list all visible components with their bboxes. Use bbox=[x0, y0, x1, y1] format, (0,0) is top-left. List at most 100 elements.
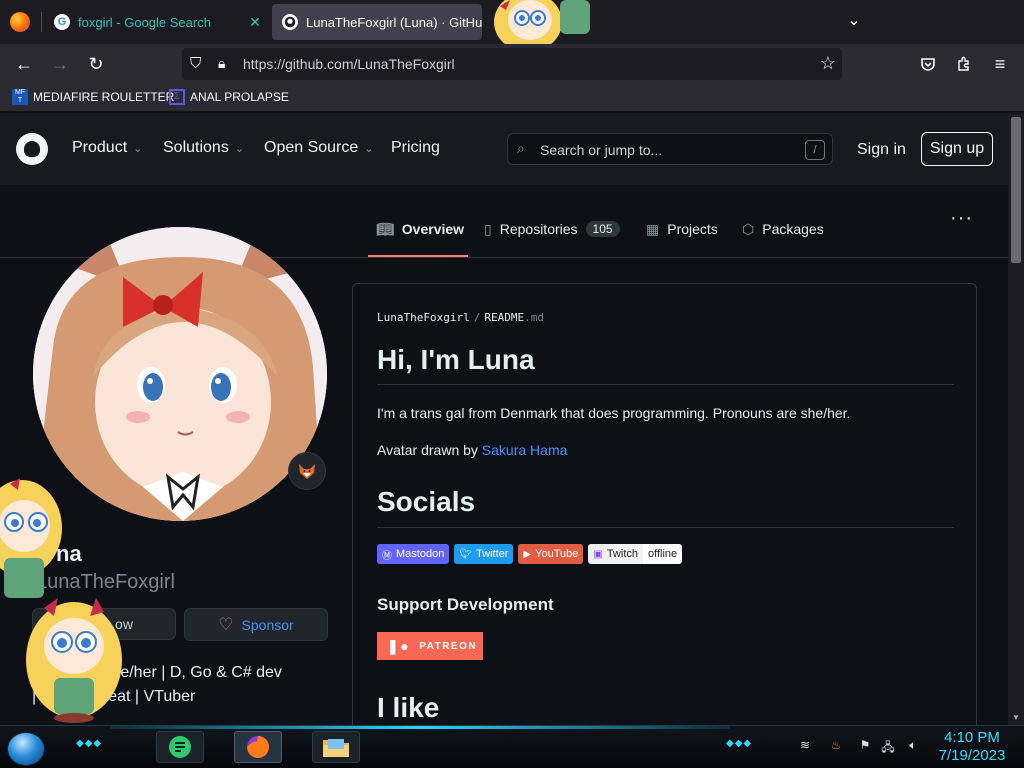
taskbar-deco-chevrons-icon: ◆◆◆ bbox=[76, 738, 103, 749]
firefox-logo-icon[interactable] bbox=[10, 12, 30, 32]
bookmark-label: ANAL PROLAPSE bbox=[190, 90, 289, 104]
tab-label: Repositories bbox=[499, 221, 578, 237]
youtube-badge[interactable]: ▶ YouTube bbox=[518, 544, 584, 564]
socials-heading: Socials bbox=[377, 486, 476, 517]
list-all-tabs-chevron-icon[interactable]: ⌄ bbox=[842, 10, 866, 34]
avatar-credit-prefix: Avatar drawn by bbox=[377, 442, 482, 458]
url-text[interactable]: https://github.com/LunaTheFoxgirl bbox=[243, 56, 455, 72]
network-icon[interactable]: 🖧︎ bbox=[880, 738, 896, 754]
tab-label: Overview bbox=[401, 221, 465, 237]
patreon-label: PATREON bbox=[419, 640, 478, 652]
tab-github-profile[interactable]: LunaTheFoxgirl (Luna) · GitHub bbox=[272, 4, 482, 40]
readme-path-user[interactable]: LunaTheFoxgirl bbox=[377, 311, 470, 324]
twitch-badge[interactable]: ▣ Twitch bbox=[588, 544, 643, 564]
mediafire-favicon-icon: MF T bbox=[12, 89, 28, 105]
bookmark-second[interactable]: Σ ANAL PROLAPSE bbox=[169, 89, 289, 105]
hamburger-menu-icon[interactable]: ≡ bbox=[986, 50, 1014, 78]
scroll-down-arrow-icon[interactable]: ▼ bbox=[1011, 713, 1021, 723]
avatar[interactable] bbox=[33, 227, 327, 521]
clock-time[interactable]: 4:10 PM bbox=[936, 729, 1008, 746]
heart-icon: ♡ bbox=[218, 614, 234, 634]
nav-label: Solutions bbox=[163, 139, 229, 156]
nav-label: Product bbox=[72, 139, 128, 156]
bookmarks-bar: MF T MEDIAFIRE ROULETTER Σ ANAL PROLAPSE bbox=[0, 84, 1024, 112]
action-center-flag-icon[interactable]: ⚑ bbox=[857, 738, 873, 754]
nav-label: Pricing bbox=[391, 139, 440, 156]
browser-nav-bar: ← → ↻ ⛉ 🔒︎ https://github.com/LunaTheFox… bbox=[0, 44, 1024, 84]
nav-label: Open Source bbox=[264, 139, 359, 156]
twitch-icon: ▣ bbox=[593, 548, 603, 560]
chevron-down-icon: ⌄ bbox=[133, 142, 143, 155]
github-header: Product ⌄ Solutions ⌄ Open Source ⌄ Pricing… bbox=[0, 113, 1008, 185]
tab-title: LunaTheFoxgirl (Luna) · GitHub bbox=[306, 14, 482, 30]
readme-intro: I'm a trans gal from Denmark that does p… bbox=[377, 405, 851, 421]
tab-overview[interactable]: 📖︎ Overview bbox=[368, 221, 468, 257]
sign-up-button[interactable]: Sign up bbox=[921, 132, 993, 166]
search-input[interactable]: ⌕ Search or jump to... / bbox=[507, 133, 833, 165]
tab-google-search[interactable]: G foxgirl - Google Search ✕ bbox=[44, 4, 266, 40]
twitter-badge[interactable]: 🐦︎ Twitter bbox=[454, 544, 514, 564]
search-icon: ⌕ bbox=[517, 140, 525, 156]
back-arrow-icon[interactable]: ← bbox=[10, 50, 38, 78]
repo-icon: ▯ bbox=[484, 221, 492, 237]
tab-label: Packages bbox=[762, 221, 824, 237]
nav-solutions[interactable]: Solutions ⌄ bbox=[163, 139, 244, 157]
volume-speaker-icon[interactable]: 🔈︎ bbox=[905, 738, 921, 754]
tracking-protection-shield-icon[interactable]: ⛉ bbox=[190, 55, 201, 72]
pocket-icon[interactable] bbox=[914, 50, 942, 78]
table-icon: ▦ bbox=[646, 221, 660, 237]
taskbar-deco-chevrons-icon: ◆◆◆ bbox=[726, 738, 753, 749]
star-butterfly-sticker-bottom bbox=[26, 598, 122, 723]
tab-projects[interactable]: ▦ Projects bbox=[646, 221, 718, 257]
badge-label: Twitch bbox=[606, 548, 638, 560]
windows-taskbar: ◆◆◆ ◆◆◆ ≋ ♨ ⚑ 🖧︎ 🔈︎ 4:10 PM 7/19/2023 bbox=[0, 725, 1024, 768]
profile-readme-card: LunaTheFoxgirl / README.md Hi, I'm Luna I'… bbox=[352, 283, 977, 725]
readme-path-file[interactable]: README bbox=[484, 311, 524, 324]
browser-tab-strip: G foxgirl - Google Search ✕ LunaTheFoxgi… bbox=[0, 0, 1024, 48]
nav-pricing[interactable]: Pricing bbox=[391, 139, 440, 157]
close-tab-icon[interactable]: ✕ bbox=[244, 14, 266, 31]
start-button-orb-icon[interactable] bbox=[7, 732, 45, 766]
star-butterfly-sticker-left bbox=[0, 478, 62, 598]
page-scrollbar[interactable]: ▼ bbox=[1008, 113, 1024, 725]
tab-repositories[interactable]: ▯ Repositories 105 bbox=[484, 221, 620, 257]
tab-title: foxgirl - Google Search bbox=[78, 14, 211, 30]
address-bar[interactable]: ⛉ 🔒︎ https://github.com/LunaTheFoxgirl ☆ bbox=[182, 48, 842, 80]
clock-date[interactable]: 7/19/2023 bbox=[936, 747, 1008, 764]
taskbar-accent-band bbox=[110, 726, 730, 729]
mastodon-icon: Ⓜ bbox=[382, 550, 392, 562]
github-logo-icon[interactable] bbox=[16, 133, 48, 165]
search-placeholder: Search or jump to... bbox=[540, 142, 663, 158]
badge-label: Mastodon bbox=[396, 548, 445, 560]
extensions-puzzle-icon[interactable] bbox=[950, 50, 978, 78]
path-separator: / bbox=[473, 311, 481, 324]
nav-open-source[interactable]: Open Source ⌄ bbox=[264, 139, 374, 157]
scrollbar-thumb[interactable] bbox=[1011, 117, 1021, 263]
sponsor-button[interactable]: ♡ Sponsor bbox=[184, 608, 328, 641]
badge-label: YouTube bbox=[535, 548, 579, 560]
sign-in-link[interactable]: Sign in bbox=[857, 141, 906, 159]
tab-packages[interactable]: ⬡ Packages bbox=[742, 221, 824, 257]
sakura-hama-link[interactable]: Sakura Hama bbox=[482, 442, 568, 458]
patreon-button[interactable]: ❚● PATREON bbox=[377, 632, 483, 660]
readme-path-ext: .md bbox=[524, 311, 544, 324]
taskbar-notes-app-icon[interactable] bbox=[156, 731, 204, 763]
tab-separator bbox=[41, 12, 42, 32]
lock-icon[interactable]: 🔒︎ bbox=[218, 55, 225, 72]
bookmark-star-icon[interactable]: ☆ bbox=[820, 53, 836, 74]
show-hidden-icons-icon[interactable]: ≋ bbox=[797, 738, 813, 754]
twitch-status-badge[interactable]: offline bbox=[643, 544, 683, 564]
package-icon: ⬡ bbox=[742, 221, 755, 237]
fox-status-icon[interactable] bbox=[288, 452, 326, 490]
taskbar-firefox-icon[interactable] bbox=[234, 731, 282, 763]
slash-shortcut-key: / bbox=[805, 140, 825, 160]
twitter-bird-icon: 🐦︎ bbox=[459, 548, 473, 560]
forward-arrow-icon[interactable]: → bbox=[46, 50, 74, 78]
mastodon-badge[interactable]: Ⓜ Mastodon bbox=[377, 544, 450, 564]
bookmark-mediafire-rouletter[interactable]: MF T MEDIAFIRE ROULETTER bbox=[12, 89, 174, 105]
more-options-kebab-icon[interactable]: ··· bbox=[950, 207, 973, 230]
nav-product[interactable]: Product ⌄ bbox=[72, 139, 142, 157]
java-tray-icon[interactable]: ♨ bbox=[828, 738, 844, 754]
taskbar-file-explorer-icon[interactable] bbox=[312, 731, 360, 763]
reload-icon[interactable]: ↻ bbox=[82, 50, 110, 78]
